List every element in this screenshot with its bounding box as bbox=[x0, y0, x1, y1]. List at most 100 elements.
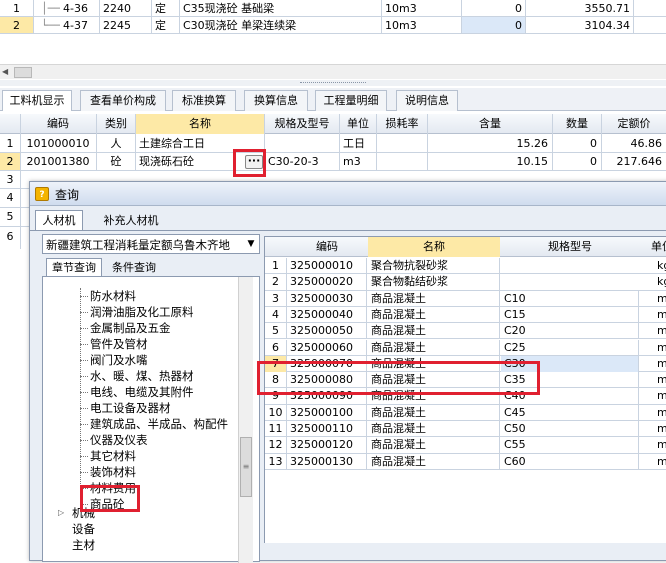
material-unit: m3 bbox=[343, 155, 361, 168]
table-row[interactable]: 1 101000010 人 土建综合工日 工日 15.26 0 46.86 bbox=[0, 135, 666, 152]
tab-conversion-info[interactable]: 换算信息 bbox=[244, 90, 308, 111]
scrollbar-thumb[interactable]: ≡ bbox=[240, 437, 252, 497]
row-number: 5 bbox=[6, 210, 14, 223]
result-name: 聚合物黏结砂浆 bbox=[368, 274, 500, 291]
tab-supplementary-material[interactable]: 补充人材机 bbox=[92, 211, 170, 230]
highlight-ellipsis bbox=[233, 149, 266, 177]
result-row[interactable]: 10325000100商品混凝土C45 m3 bbox=[265, 404, 666, 421]
tab-unit-price-composition[interactable]: 查看单价构成 bbox=[80, 90, 166, 111]
splitter[interactable] bbox=[0, 80, 666, 86]
quota-unit: 10m3 bbox=[385, 19, 417, 32]
result-code: 325000050 bbox=[287, 323, 367, 340]
material-quantity: 0 bbox=[590, 155, 597, 168]
chevron-down-icon[interactable]: ▼ bbox=[245, 238, 257, 250]
result-row[interactable]: 3325000030商品混凝土C10 m3 bbox=[265, 290, 666, 307]
result-name: 商品混凝土 bbox=[368, 404, 500, 421]
result-unit: m3 bbox=[654, 323, 666, 339]
header-name[interactable]: 名称 bbox=[136, 114, 264, 134]
row-number: 6 bbox=[265, 339, 287, 356]
result-name: 商品混凝土 bbox=[368, 306, 500, 324]
result-spec: C45 bbox=[501, 404, 639, 421]
result-row[interactable]: 4325000040商品混凝土C15 m3 bbox=[265, 306, 666, 324]
scroll-left-icon[interactable]: ◀ bbox=[2, 67, 12, 77]
quota-name: C35现浇砼 基础梁 bbox=[183, 2, 275, 15]
result-code: 325000040 bbox=[287, 306, 367, 324]
scrollbar-thumb[interactable] bbox=[14, 67, 32, 78]
header-unit[interactable]: 单位 bbox=[340, 114, 376, 134]
tree-item[interactable]: 电线、电缆及其附件 bbox=[90, 384, 194, 400]
subtab-condition-query[interactable]: 条件查询 bbox=[106, 259, 162, 276]
tree-item-equipment[interactable]: 设备 bbox=[72, 521, 95, 537]
tree-branch: └── bbox=[41, 19, 60, 32]
result-code: 325000130 bbox=[287, 453, 367, 470]
material-type: 砼 bbox=[110, 155, 122, 168]
result-spec: C60 bbox=[501, 453, 639, 470]
header-quantity[interactable]: 数量 bbox=[553, 114, 601, 134]
result-row[interactable]: 6325000060商品混凝土C25 m3 bbox=[265, 339, 666, 356]
result-code: 325000100 bbox=[287, 404, 367, 421]
header-spec[interactable]: 规格及型号 bbox=[265, 114, 339, 134]
library-select[interactable]: 新疆建筑工程消耗量定额乌鲁木齐地 ▼ bbox=[42, 234, 260, 254]
tree-item[interactable]: 水、暖、煤、热器材 bbox=[90, 368, 194, 384]
tree-item[interactable]: 装饰材料 bbox=[90, 464, 136, 480]
tab-material[interactable]: 人材机 bbox=[35, 210, 83, 230]
result-name: 商品混凝土 bbox=[368, 290, 500, 307]
material-unit: 工日 bbox=[343, 137, 365, 150]
header-loss-rate[interactable]: 损耗率 bbox=[377, 114, 427, 134]
header-content[interactable]: 含量 bbox=[428, 114, 552, 134]
result-row[interactable]: 11325000110商品混凝土C50 m3 bbox=[265, 421, 666, 438]
subtab-chapter-query[interactable]: 章节查询 bbox=[46, 258, 102, 276]
material-quantity: 0 bbox=[590, 137, 597, 150]
result-unit: m3 bbox=[654, 405, 666, 421]
material-name: 现浇砾石砼 bbox=[139, 155, 194, 168]
result-unit: kg bbox=[654, 258, 666, 274]
quota-price: 3550.71 bbox=[584, 2, 631, 15]
result-row[interactable]: 1325000010聚合物抗裂砂浆 kg bbox=[265, 258, 666, 275]
header-unit[interactable]: 单位 bbox=[648, 237, 666, 257]
tab-standard-conversion[interactable]: 标准换算 bbox=[172, 90, 236, 111]
row-number: 2 bbox=[265, 274, 287, 291]
expand-icon[interactable]: ▷ bbox=[58, 508, 64, 517]
library-select-value: 新疆建筑工程消耗量定额乌鲁木齐地 bbox=[46, 238, 230, 252]
header-spec[interactable]: 规格型号 bbox=[501, 237, 639, 257]
result-spec: C15 bbox=[501, 306, 639, 324]
header-price[interactable]: 定额价 bbox=[602, 114, 666, 134]
tree-item[interactable]: 润滑油脂及化工原料 bbox=[90, 304, 194, 320]
tree-item[interactable]: 电工设备及器材 bbox=[90, 400, 171, 416]
tree-item[interactable]: 防水材料 bbox=[90, 288, 136, 304]
dialog-title-bar[interactable]: ? 查询 bbox=[30, 182, 666, 206]
tree-item[interactable]: 建筑成品、半成品、构配件 bbox=[90, 416, 228, 432]
row-number: 1 bbox=[265, 258, 287, 275]
result-row[interactable]: 12325000120商品混凝土C55 m3 bbox=[265, 437, 666, 454]
tree-item[interactable]: 金属制品及五金 bbox=[90, 320, 171, 336]
tree-item[interactable]: 管件及管材 bbox=[90, 336, 148, 352]
tab-quantity-detail[interactable]: 工程量明细 bbox=[315, 90, 387, 111]
tree-item[interactable]: 仪器及仪表 bbox=[90, 432, 148, 448]
result-unit: m3 bbox=[654, 307, 666, 323]
material-code: 101000010 bbox=[26, 137, 90, 150]
horizontal-scrollbar[interactable]: ◀ bbox=[0, 64, 666, 79]
row-number: 3 bbox=[265, 290, 287, 307]
result-row[interactable]: 5325000050商品混凝土C20 m3 bbox=[265, 323, 666, 340]
material-type: 人 bbox=[110, 137, 122, 150]
header-type[interactable]: 类别 bbox=[97, 114, 135, 134]
result-code: 325000060 bbox=[287, 339, 367, 356]
result-spec: C20 bbox=[501, 323, 639, 340]
table-row[interactable]: 2 201001380 砼 现浇砾石砼 C30-20-3 m3 10.15 0 … bbox=[0, 153, 666, 170]
dialog-title: 查询 bbox=[55, 188, 80, 202]
header-code[interactable]: 编码 bbox=[287, 237, 367, 257]
tree-item[interactable]: 其它材料 bbox=[90, 448, 136, 464]
tree-item-main-material[interactable]: 主材 bbox=[72, 537, 95, 553]
quota-number: 2245 bbox=[103, 19, 131, 32]
tab-description[interactable]: 说明信息 bbox=[396, 90, 458, 111]
tree-scrollbar[interactable]: ≡ bbox=[238, 277, 253, 563]
result-row[interactable]: 13325000130商品混凝土C60 m3 bbox=[265, 453, 666, 470]
tree-item[interactable]: 阀门及水嘴 bbox=[90, 352, 148, 368]
quota-type: 定 bbox=[155, 2, 166, 15]
result-unit: m3 bbox=[654, 388, 666, 404]
result-row[interactable]: 2325000020聚合物黏结砂浆 kg bbox=[265, 274, 666, 291]
header-name[interactable]: 名称 bbox=[368, 237, 500, 257]
tab-labor-material-machine[interactable]: 工料机显示 bbox=[2, 90, 72, 111]
material-price: 46.86 bbox=[630, 137, 663, 150]
header-code[interactable]: 编码 bbox=[20, 114, 96, 134]
